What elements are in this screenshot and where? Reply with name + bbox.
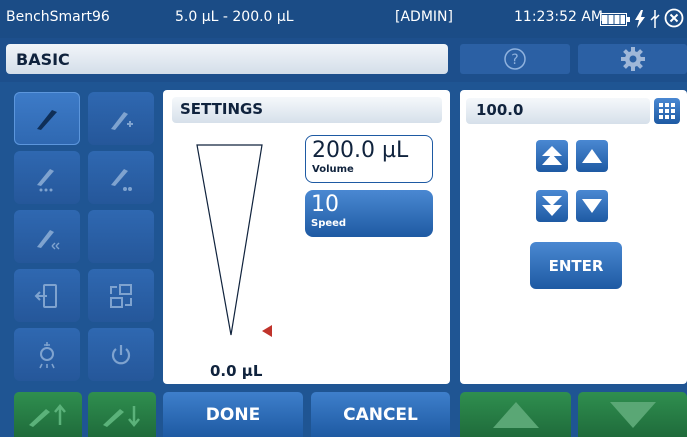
down-triangle-icon [609,401,656,428]
svg-text:?: ? [511,52,518,68]
fast-down-button[interactable] [536,190,568,222]
settings-button[interactable] [578,44,687,74]
aspirate-up-button[interactable] [14,392,82,437]
speed-value: 10 [311,192,339,217]
power-bolt-icon [635,10,645,28]
current-volume: 0.0 µL [210,362,263,380]
sidebar-item-layout[interactable] [88,269,154,322]
volume-field[interactable]: 200.0 µL Volume [305,135,433,183]
light-bulb-icon [39,341,55,368]
down-arrow-icon [582,199,602,213]
pipette-icon [37,109,57,130]
enter-button[interactable]: ENTER [530,242,622,289]
settings-title: SETTINGS [172,97,442,123]
user-role: [ADMIN] [395,9,453,25]
down-button[interactable] [576,190,608,222]
status-bar: BenchSmart96 5.0 µL - 200.0 µL [ADMIN] 1… [0,0,687,38]
move-up-button[interactable] [460,392,571,437]
double-down-arrow-icon [542,196,562,216]
help-icon: ? [504,48,526,70]
sidebar-item-light[interactable] [14,328,80,381]
sidebar-item-dispense[interactable] [14,151,80,204]
mode-label: BASIC [6,44,448,74]
close-icon[interactable] [664,8,684,28]
device-name: BenchSmart96 [6,9,110,25]
sidebar-item-pipette-add[interactable] [88,92,154,145]
pipette-add-icon [111,111,133,130]
usb-icon [650,10,660,28]
volume-marker-icon [262,325,272,337]
pipette-down-icon [103,405,140,427]
value-field[interactable]: 100.0 [466,98,650,124]
clock: 11:23:52 AM [514,9,603,25]
volume-label: Volume [312,164,354,175]
up-triangle-icon [492,401,539,428]
exit-door-icon [34,283,57,308]
pipette-up-icon [29,403,66,427]
cancel-button[interactable]: CANCEL [311,392,450,437]
fast-up-button[interactable] [536,140,568,172]
keypad-icon [659,103,675,119]
sidebar-item-pipette[interactable] [14,92,80,145]
sidebar-item-dispense-multi[interactable] [88,151,154,204]
gear-icon [620,47,645,71]
pipette-tip-graphic [196,144,263,336]
sidebar-item-empty [88,210,154,263]
layout-icon [110,283,132,308]
sidebar-item-power[interactable] [88,328,154,381]
battery-icon [600,13,630,26]
speed-label: Speed [311,218,347,229]
up-arrow-icon [582,149,602,163]
dispense-down-button[interactable] [88,392,156,437]
keypad-button[interactable] [654,98,680,124]
speed-field[interactable]: 10 Speed [305,190,433,237]
sidebar-item-mix[interactable] [14,210,80,263]
help-button[interactable]: ? [460,44,570,74]
pipette-dispense-icon [37,168,54,191]
power-icon [111,344,131,364]
double-up-arrow-icon [542,146,562,165]
up-button[interactable] [576,140,608,172]
pipette-mix-icon [37,229,60,249]
pipette-dispense-multi-icon [111,168,132,191]
keypad-panel [460,90,687,384]
volume-value: 200.0 µL [312,138,409,163]
move-down-button[interactable] [578,392,687,437]
done-button[interactable]: DONE [163,392,303,437]
sidebar-item-exit[interactable] [14,269,80,322]
volume-range: 5.0 µL - 200.0 µL [175,9,294,25]
